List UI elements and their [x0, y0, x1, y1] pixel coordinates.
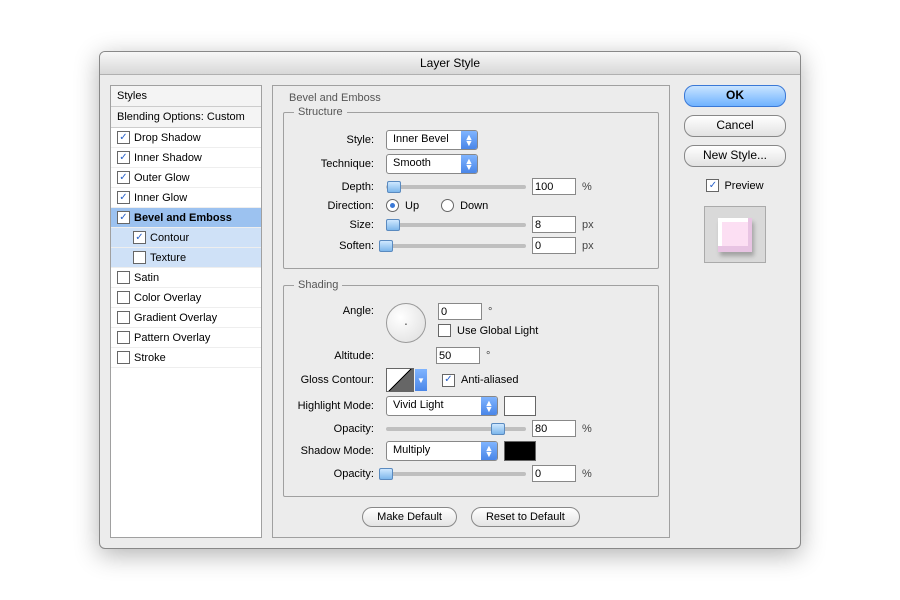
style-item-inner-glow[interactable]: Inner Glow — [111, 188, 261, 208]
updown-icon: ▲▼ — [481, 397, 497, 415]
style-item-checkbox[interactable] — [117, 191, 130, 204]
style-item-label: Color Overlay — [134, 292, 201, 304]
reset-default-button[interactable]: Reset to Default — [471, 507, 580, 527]
style-item-bevel-and-emboss[interactable]: Bevel and Emboss — [111, 208, 261, 228]
technique-label: Technique: — [294, 158, 374, 170]
structure-group: Structure Style: Inner Bevel ▲▼ Techniqu… — [283, 106, 659, 269]
style-item-drop-shadow[interactable]: Drop Shadow — [111, 128, 261, 148]
ok-button[interactable]: OK — [684, 85, 786, 107]
highlight-color-swatch[interactable] — [504, 396, 536, 416]
styles-list: Styles Blending Options: Custom Drop Sha… — [110, 85, 262, 538]
style-item-label: Drop Shadow — [134, 132, 201, 144]
altitude-label: Altitude: — [294, 350, 374, 362]
angle-dial[interactable] — [386, 303, 426, 343]
make-default-button[interactable]: Make Default — [362, 507, 457, 527]
style-item-checkbox[interactable] — [117, 291, 130, 304]
gloss-contour-label: Gloss Contour: — [294, 374, 374, 386]
style-item-label: Inner Glow — [134, 192, 187, 204]
soften-input[interactable] — [532, 237, 576, 254]
depth-slider[interactable] — [386, 185, 526, 189]
style-item-checkbox[interactable] — [117, 331, 130, 344]
style-item-satin[interactable]: Satin — [111, 268, 261, 288]
style-item-checkbox[interactable] — [117, 171, 130, 184]
blending-options-header[interactable]: Blending Options: Custom — [111, 107, 261, 128]
style-item-texture[interactable]: Texture — [111, 248, 261, 268]
technique-combo[interactable]: Smooth ▲▼ — [386, 154, 478, 174]
angle-input[interactable] — [438, 303, 482, 320]
shadow-mode-combo[interactable]: Multiply ▲▼ — [386, 441, 498, 461]
direction-label: Direction: — [294, 200, 374, 212]
size-label: Size: — [294, 219, 374, 231]
style-item-label: Bevel and Emboss — [134, 212, 232, 224]
style-item-label: Stroke — [134, 352, 166, 364]
updown-icon: ▲▼ — [481, 442, 497, 460]
depth-label: Depth: — [294, 181, 374, 193]
style-item-label: Pattern Overlay — [134, 332, 210, 344]
panel-title: Bevel and Emboss — [283, 92, 659, 104]
style-item-checkbox[interactable] — [117, 151, 130, 164]
main-panel: Bevel and Emboss Structure Style: Inner … — [272, 85, 670, 538]
shading-group: Shading Angle: ° Use Global Light — [283, 279, 659, 497]
layer-style-dialog: Layer Style Styles Blending Options: Cus… — [99, 51, 801, 549]
style-item-color-overlay[interactable]: Color Overlay — [111, 288, 261, 308]
gloss-contour-picker[interactable]: ▼ — [386, 368, 414, 392]
structure-legend: Structure — [294, 106, 347, 118]
style-combo[interactable]: Inner Bevel ▲▼ — [386, 130, 478, 150]
updown-icon: ▲▼ — [461, 155, 477, 173]
preview-thumbnail — [704, 206, 766, 263]
soften-slider[interactable] — [386, 244, 526, 248]
angle-label: Angle: — [294, 303, 374, 317]
shadow-color-swatch[interactable] — [504, 441, 536, 461]
highlight-mode-combo[interactable]: Vivid Light ▲▼ — [386, 396, 498, 416]
style-label: Style: — [294, 134, 374, 146]
shading-legend: Shading — [294, 279, 342, 291]
style-item-label: Satin — [134, 272, 159, 284]
style-item-outer-glow[interactable]: Outer Glow — [111, 168, 261, 188]
size-input[interactable] — [532, 216, 576, 233]
preview-checkbox[interactable] — [706, 179, 719, 192]
style-item-checkbox[interactable] — [117, 131, 130, 144]
right-column: OK Cancel New Style... Preview — [680, 85, 790, 538]
highlight-opacity-slider[interactable] — [386, 427, 526, 431]
style-item-checkbox[interactable] — [117, 211, 130, 224]
updown-icon: ▲▼ — [461, 131, 477, 149]
highlight-opacity-label: Opacity: — [294, 423, 374, 435]
style-item-checkbox[interactable] — [133, 231, 146, 244]
highlight-opacity-input[interactable] — [532, 420, 576, 437]
style-item-gradient-overlay[interactable]: Gradient Overlay — [111, 308, 261, 328]
shadow-mode-label: Shadow Mode: — [294, 445, 374, 457]
style-item-stroke[interactable]: Stroke — [111, 348, 261, 368]
style-item-contour[interactable]: Contour — [111, 228, 261, 248]
styles-header[interactable]: Styles — [111, 86, 261, 107]
soften-label: Soften: — [294, 240, 374, 252]
style-item-inner-shadow[interactable]: Inner Shadow — [111, 148, 261, 168]
preview-label: Preview — [724, 180, 763, 192]
style-item-checkbox[interactable] — [133, 251, 146, 264]
altitude-input[interactable] — [436, 347, 480, 364]
style-item-label: Gradient Overlay — [134, 312, 217, 324]
style-item-pattern-overlay[interactable]: Pattern Overlay — [111, 328, 261, 348]
style-item-checkbox[interactable] — [117, 271, 130, 284]
global-light-checkbox[interactable] — [438, 324, 451, 337]
style-item-label: Contour — [150, 232, 189, 244]
shadow-opacity-slider[interactable] — [386, 472, 526, 476]
direction-down-radio[interactable] — [441, 199, 454, 212]
anti-aliased-checkbox[interactable] — [442, 374, 455, 387]
style-item-checkbox[interactable] — [117, 311, 130, 324]
size-slider[interactable] — [386, 223, 526, 227]
style-item-label: Outer Glow — [134, 172, 190, 184]
new-style-button[interactable]: New Style... — [684, 145, 786, 167]
shadow-opacity-input[interactable] — [532, 465, 576, 482]
shadow-opacity-label: Opacity: — [294, 468, 374, 480]
depth-input[interactable] — [532, 178, 576, 195]
direction-up-radio[interactable] — [386, 199, 399, 212]
style-item-label: Inner Shadow — [134, 152, 202, 164]
highlight-mode-label: Highlight Mode: — [294, 400, 374, 412]
cancel-button[interactable]: Cancel — [684, 115, 786, 137]
style-item-checkbox[interactable] — [117, 351, 130, 364]
titlebar[interactable]: Layer Style — [100, 52, 800, 75]
style-item-label: Texture — [150, 252, 186, 264]
